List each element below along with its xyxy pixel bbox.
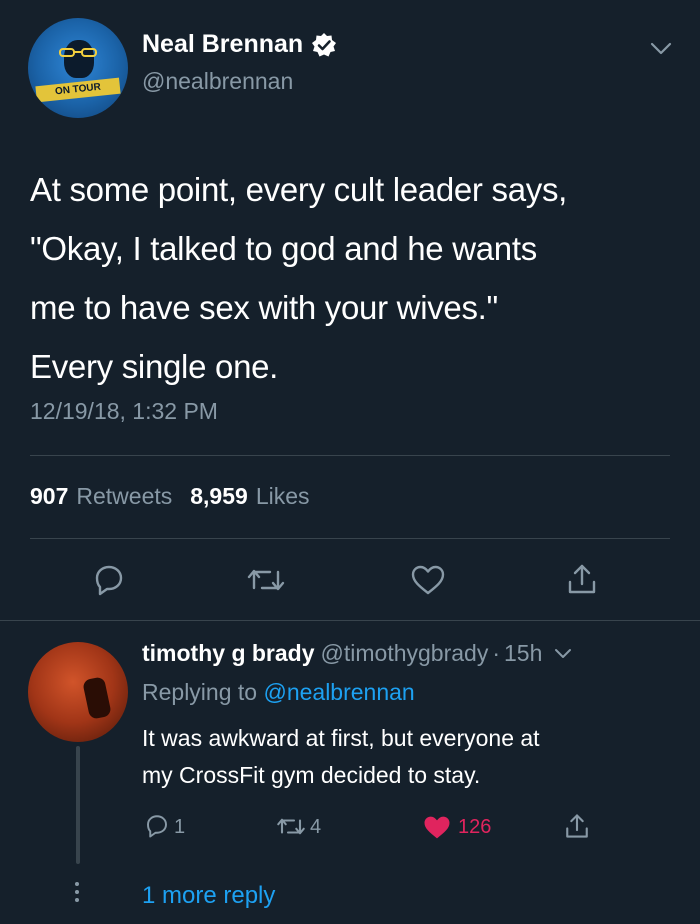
chevron-down-icon[interactable] xyxy=(650,42,672,56)
tweet-text-line: me to have sex with your wives." xyxy=(30,289,498,326)
retweet-count: 4 xyxy=(310,816,322,838)
replying-to-handle[interactable]: @nealbrennan xyxy=(263,679,414,705)
section-divider xyxy=(0,620,700,621)
reply-header: timothy g brady @timothygbrady · 15h xyxy=(142,640,572,667)
reply-text-line: It was awkward at first, but everyone at xyxy=(142,725,540,751)
share-icon[interactable] xyxy=(566,562,598,596)
retweets-count[interactable]: 907 xyxy=(30,483,68,510)
tweet-text-line: At some point, every cult leader says, xyxy=(30,171,568,208)
replying-to: Replying to @nealbrennan xyxy=(142,679,415,706)
avatar-banner: ON TOUR xyxy=(35,77,121,103)
reply-action-bar: 1 4 126 xyxy=(0,808,700,844)
reply-text: It was awkward at first, but everyone at… xyxy=(142,720,540,794)
divider xyxy=(30,455,670,456)
reply-author-name[interactable]: timothy g brady xyxy=(142,640,315,667)
tweet-text-line: Every single one. xyxy=(30,348,279,385)
reply-author-handle[interactable]: @timothygbrady xyxy=(321,640,489,667)
retweet-icon[interactable] xyxy=(246,566,286,594)
retweet-icon[interactable] xyxy=(276,816,306,837)
avatar-figure xyxy=(64,40,94,78)
chevron-down-icon[interactable] xyxy=(554,648,572,660)
thread-line xyxy=(76,746,80,864)
divider xyxy=(30,538,670,539)
replying-to-label: Replying to xyxy=(142,679,258,705)
author-name[interactable]: Neal Brennan xyxy=(142,30,303,59)
author-handle[interactable]: @nealbrennan xyxy=(142,68,293,95)
tweet-text: At some point, every cult leader says, "… xyxy=(30,160,670,396)
author-avatar[interactable]: ON TOUR xyxy=(28,18,128,118)
reply-count: 1 xyxy=(174,816,186,838)
likes-count[interactable]: 8,959 xyxy=(190,483,248,510)
like-icon-filled[interactable] xyxy=(422,814,452,841)
author-name-row[interactable]: Neal Brennan xyxy=(142,30,337,59)
reply-icon[interactable] xyxy=(144,814,170,838)
reply-icon[interactable] xyxy=(92,564,126,596)
reply-time[interactable]: 15h xyxy=(504,640,542,667)
retweets-label[interactable]: Retweets xyxy=(76,483,172,510)
tweet-action-bar xyxy=(0,560,700,600)
avatar-figure xyxy=(82,676,112,720)
verified-badge-icon xyxy=(312,32,337,56)
reply-text-line: my CrossFit gym decided to stay. xyxy=(142,762,481,788)
more-replies-link[interactable]: 1 more reply xyxy=(142,882,275,910)
tweet-text-line: "Okay, I talked to god and he wants xyxy=(30,230,537,267)
like-count: 126 xyxy=(458,816,492,838)
tweet-timestamp: 12/19/18, 1:32 PM xyxy=(30,398,218,424)
thread-dots-icon xyxy=(74,882,80,906)
share-icon[interactable] xyxy=(564,812,590,840)
like-icon[interactable] xyxy=(410,564,446,596)
separator-dot: · xyxy=(492,640,500,666)
tweet-stats: 907 Retweets 8,959 Likes xyxy=(30,483,310,510)
reply-author-avatar[interactable] xyxy=(28,642,128,742)
glasses-graphic xyxy=(59,48,97,57)
likes-label[interactable]: Likes xyxy=(256,483,310,510)
